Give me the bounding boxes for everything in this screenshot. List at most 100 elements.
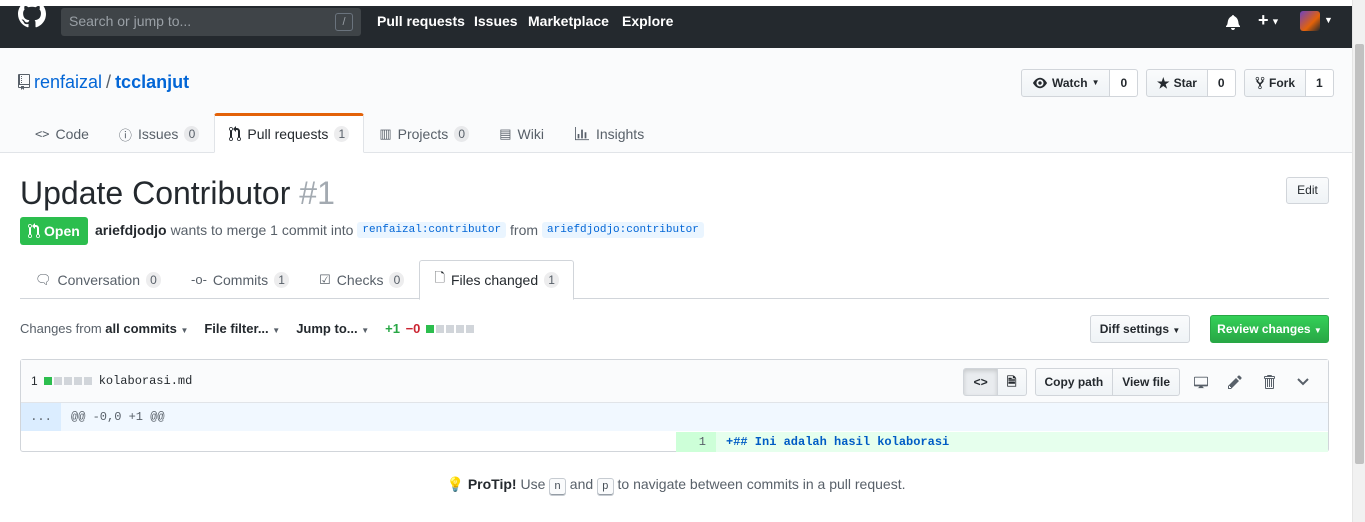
file-actions: <> 🗎 Copy path View file	[963, 368, 1316, 396]
file-name[interactable]: kolaborasi.md	[99, 374, 193, 388]
scrollbar-thumb[interactable]	[1355, 44, 1364, 464]
protip-label: ProTip!	[467, 476, 517, 492]
diffstat-block-neutral	[436, 324, 445, 333]
pr-state-badge: Open	[20, 217, 88, 245]
protip-rest: to navigate between commits in a pull re…	[617, 476, 906, 492]
file-diff-icon: 🗋	[434, 270, 445, 285]
user-avatar[interactable]	[1300, 11, 1320, 31]
nav-marketplace[interactable]: Marketplace	[528, 13, 609, 29]
trash-icon[interactable]	[1256, 369, 1282, 395]
line-code: +## Ini adalah hasil kolaborasi	[716, 432, 1328, 452]
caret-down-icon: ▼	[180, 326, 189, 335]
diff-hunk-header: ... @@ -0,0 +1 @@	[21, 403, 1328, 431]
chevron-down-icon[interactable]	[1290, 369, 1316, 395]
tab-checks[interactable]: ☑ Checks 0	[304, 260, 419, 299]
view-file-button[interactable]: View file	[1113, 368, 1180, 396]
pr-title: Update Contributor #1	[20, 175, 335, 212]
tab-label: Checks	[336, 271, 384, 288]
diffstat-block-neutral	[466, 324, 475, 333]
diffstat-block-added	[43, 377, 52, 385]
repo-owner-link[interactable]: renfaizal	[34, 72, 102, 92]
tab-files-changed[interactable]: 🗋 Files changed 1	[419, 260, 575, 300]
tab-insights[interactable]: Insights	[559, 113, 659, 153]
pr-number: #1	[299, 175, 335, 211]
pr-author-link[interactable]: ariefdjodjo	[95, 222, 167, 238]
line-number[interactable]: 1	[676, 432, 716, 452]
key-p: p	[597, 478, 614, 496]
tab-code[interactable]: <> Code	[20, 113, 104, 153]
file-change-count: 1	[31, 374, 38, 388]
watch-group: Watch ▼ 0	[1021, 69, 1139, 97]
eye-icon	[1033, 77, 1047, 89]
tab-issues[interactable]: ⓘ Issues 0	[104, 113, 214, 153]
create-new-plus-icon[interactable]: + ▼	[1258, 10, 1280, 31]
protip-and: and	[569, 476, 594, 492]
caret-down-icon: ▼	[272, 326, 281, 335]
repo-name-link[interactable]: tcclanjut	[115, 72, 189, 92]
tab-label: Wiki	[517, 126, 544, 142]
jump-to-label: Jump to...	[296, 321, 358, 336]
pr-tabs: 🗨 Conversation 0 -o- Commits 1 ☑ Checks …	[20, 260, 1329, 300]
checklist-icon: ☑	[319, 271, 331, 287]
git-commit-icon: -o-	[191, 272, 207, 287]
rich-view-button[interactable]: 🗎	[997, 368, 1027, 396]
jump-to-dropdown[interactable]: Jump to... ▼	[296, 321, 369, 336]
tab-counter: 0	[184, 126, 200, 142]
fork-group: Fork 1	[1244, 69, 1334, 97]
watch-caret-icon: ▼	[1091, 78, 1100, 87]
tab-commits[interactable]: -o- Commits 1	[176, 260, 304, 299]
base-branch[interactable]: renfaizal:contributor	[357, 222, 507, 238]
watch-count[interactable]: 0	[1110, 69, 1139, 97]
caret-down-icon: ▼	[1313, 326, 1322, 335]
nav-pull-requests[interactable]: Pull requests	[377, 13, 465, 29]
file-diffstat	[43, 377, 93, 385]
desktop-icon[interactable]	[1188, 369, 1214, 395]
file-buttons: Copy path View file	[1034, 368, 1180, 396]
diffstat-block-neutral	[53, 377, 62, 385]
page-scrollbar[interactable]	[1352, 0, 1365, 522]
star-button[interactable]: ★ Star	[1146, 69, 1208, 97]
graph-icon	[574, 127, 589, 141]
tab-projects[interactable]: ▥ Projects 0	[364, 113, 484, 153]
file-header: 1 kolaborasi.md <> 🗎 Copy path View file	[21, 360, 1328, 403]
expand-hunk-button[interactable]: ...	[21, 403, 61, 431]
changes-from-dropdown[interactable]: Changes from all commits ▼	[20, 321, 188, 336]
tab-counter: 0	[146, 271, 162, 288]
fork-button[interactable]: Fork	[1244, 69, 1307, 97]
tab-counter: 0	[389, 271, 405, 288]
fork-count[interactable]: 1	[1306, 69, 1334, 97]
view-toggle: <> 🗎	[963, 368, 1027, 396]
diff-toolbar: Changes from all commits ▼ File filter..…	[20, 321, 475, 336]
file-diff: 1 kolaborasi.md <> 🗎 Copy path View file	[20, 359, 1329, 452]
star-label: Star	[1173, 76, 1197, 90]
changes-from-label: Changes from	[20, 321, 102, 336]
diff-settings-button[interactable]: Diff settings ▼	[1090, 315, 1190, 343]
search-input[interactable]: Search or jump to... /	[61, 8, 361, 36]
pencil-icon[interactable]	[1222, 369, 1248, 395]
caret-down-icon: ▼	[1172, 326, 1181, 335]
file-filter-dropdown[interactable]: File filter... ▼	[204, 321, 280, 336]
star-count[interactable]: 0	[1207, 69, 1236, 97]
source-view-button[interactable]: <>	[963, 368, 998, 396]
avatar-dropdown-caret-icon[interactable]: ▼	[1324, 15, 1333, 25]
nav-issues[interactable]: Issues	[474, 13, 518, 29]
github-logo-icon[interactable]	[16, 0, 48, 28]
issue-opened-icon: ⓘ	[118, 127, 132, 143]
nav-explore[interactable]: Explore	[622, 13, 673, 29]
copy-path-button[interactable]: Copy path	[1034, 368, 1114, 396]
key-n: n	[549, 478, 566, 496]
tab-label: Code	[55, 126, 89, 142]
review-changes-button[interactable]: Review changes ▼	[1210, 315, 1329, 343]
tab-counter: 1	[274, 271, 290, 288]
watch-button[interactable]: Watch ▼	[1021, 69, 1111, 97]
git-pull-request-icon	[28, 223, 40, 238]
bell-icon[interactable]	[1226, 14, 1240, 30]
tab-pull-requests[interactable]: Pull requests 1	[214, 113, 365, 153]
head-branch[interactable]: ariefdjodjo:contributor	[542, 222, 704, 238]
watch-label: Watch	[1052, 76, 1088, 90]
tab-label: Insights	[595, 126, 645, 142]
tab-wiki[interactable]: ▤ Wiki	[484, 113, 559, 153]
repo-title: renfaizal / tcclanjut	[18, 72, 189, 93]
edit-button[interactable]: Edit	[1286, 177, 1329, 204]
tab-conversation[interactable]: 🗨 Conversation 0	[20, 260, 176, 299]
